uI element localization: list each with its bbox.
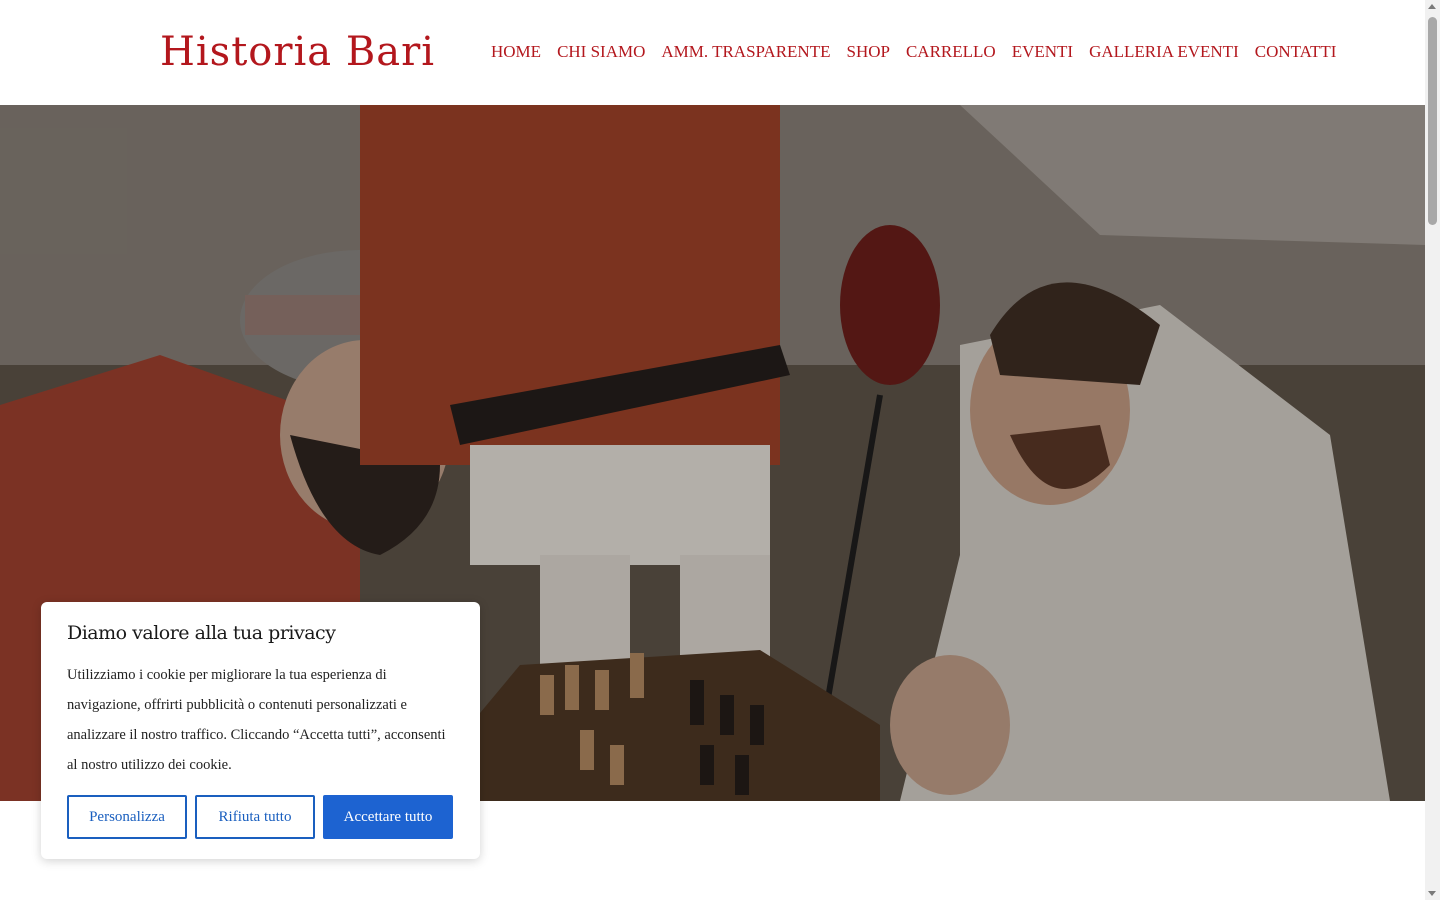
- nav-item-home[interactable]: HOME: [491, 38, 541, 66]
- scroll-down-icon[interactable]: [1428, 891, 1436, 896]
- site-logo[interactable]: Historia Bari: [160, 22, 435, 82]
- nav-item-contatti[interactable]: CONTATTI: [1255, 38, 1337, 66]
- accept-all-button[interactable]: Accettare tutto: [323, 795, 453, 839]
- cookie-consent-banner: Diamo valore alla tua privacy Utilizziam…: [41, 602, 480, 859]
- nav-item-eventi[interactable]: EVENTI: [1012, 38, 1073, 66]
- reject-all-button[interactable]: Rifiuta tutto: [195, 795, 315, 839]
- scroll-up-icon[interactable]: [1428, 4, 1436, 9]
- scroll-thumb[interactable]: [1428, 17, 1437, 225]
- site-header: Historia Bari HOME CHI SIAMO AMM. TRASPA…: [0, 0, 1425, 105]
- cookie-description: Utilizziamo i cookie per migliorare la t…: [67, 667, 446, 773]
- page-scrollbar[interactable]: [1425, 0, 1440, 900]
- main-nav: HOME CHI SIAMO AMM. TRASPARENTE SHOP CAR…: [491, 38, 1352, 66]
- nav-item-chi-siamo[interactable]: CHI SIAMO: [557, 38, 645, 66]
- nav-item-galleria-eventi[interactable]: GALLERIA EVENTI: [1089, 38, 1239, 66]
- nav-item-shop[interactable]: SHOP: [846, 38, 889, 66]
- cookie-title: Diamo valore alla tua privacy: [67, 622, 336, 644]
- nav-item-amm-trasparente[interactable]: AMM. TRASPARENTE: [661, 38, 830, 66]
- customize-button[interactable]: Personalizza: [67, 795, 187, 839]
- nav-item-carrello[interactable]: CARRELLO: [906, 38, 996, 66]
